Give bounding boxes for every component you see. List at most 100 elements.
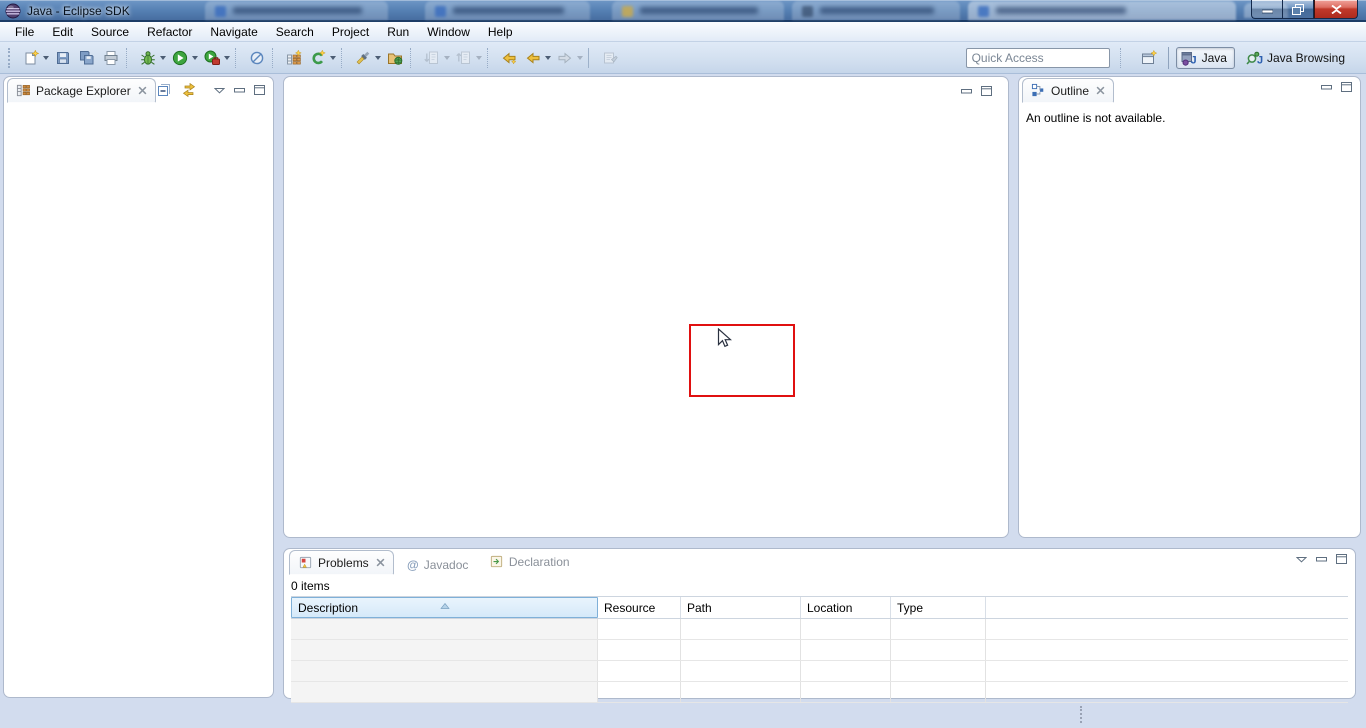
outline-tabstrip: Outline [1019, 77, 1360, 103]
run-external-tools-dropdown[interactable] [224, 56, 230, 63]
menu-search[interactable]: Search [267, 23, 323, 41]
menu-help[interactable]: Help [479, 23, 522, 41]
eclipse-window: Java - Eclipse SDK File Edit Source Refa… [0, 0, 1366, 728]
minimize-view-icon[interactable] [1316, 554, 1327, 564]
tab-problems[interactable]: Problems [289, 550, 394, 575]
run-dropdown[interactable] [192, 56, 198, 63]
minimize-view-icon[interactable] [961, 86, 972, 96]
perspective-java-button[interactable]: J Java [1176, 47, 1235, 69]
java-browsing-perspective-icon: J [1246, 50, 1263, 66]
view-menu-icon[interactable] [1296, 556, 1307, 563]
open-perspective-icon[interactable] [1137, 46, 1161, 70]
window-titlebar[interactable]: Java - Eclipse SDK [0, 0, 1366, 22]
column-header-resource[interactable]: Resource [598, 597, 681, 618]
favicon-blur [802, 6, 813, 17]
debug-dropdown[interactable] [160, 56, 166, 63]
mouse-cursor [717, 328, 732, 355]
forward-icon[interactable] [553, 46, 577, 70]
window-minimize-button[interactable] [1251, 0, 1282, 19]
back-dropdown[interactable] [545, 56, 551, 63]
svg-text:J: J [1257, 54, 1263, 66]
minimize-view-icon[interactable] [1321, 82, 1332, 92]
column-header-filler [986, 597, 1348, 618]
toolbar-separator [588, 48, 595, 68]
toolbar-separator [487, 48, 494, 68]
previous-annotation-icon[interactable] [452, 46, 476, 70]
new-wizard-icon[interactable] [19, 46, 43, 70]
window-restore-button[interactable] [1282, 0, 1314, 19]
status-bar-drag-grip[interactable] [1080, 706, 1085, 723]
tab-close-icon[interactable] [1096, 86, 1105, 95]
window-close-button[interactable] [1314, 0, 1358, 19]
new-java-project-icon[interactable] [282, 46, 306, 70]
new-java-class-icon[interactable] [306, 46, 330, 70]
debug-icon[interactable] [136, 46, 160, 70]
tab-close-icon[interactable] [138, 86, 147, 95]
quick-access-input[interactable] [966, 48, 1110, 68]
menu-file[interactable]: File [6, 23, 43, 41]
menu-run[interactable]: Run [378, 23, 418, 41]
tab-close-icon[interactable] [376, 558, 385, 567]
maximize-view-icon[interactable] [1341, 82, 1352, 92]
package-explorer-icon [16, 83, 31, 98]
menu-source[interactable]: Source [82, 23, 138, 41]
back-icon[interactable] [521, 46, 545, 70]
minimize-view-icon[interactable] [234, 85, 245, 95]
next-annotation-icon[interactable] [420, 46, 444, 70]
save-all-icon[interactable] [75, 46, 99, 70]
new-java-class-dropdown[interactable] [330, 56, 336, 63]
tab-package-explorer[interactable]: Package Explorer [7, 78, 156, 103]
toolbar-separator [235, 48, 242, 68]
save-icon[interactable] [51, 46, 75, 70]
run-icon[interactable] [168, 46, 192, 70]
tab-javadoc[interactable]: @ Javadoc [399, 553, 476, 578]
view-menu-icon[interactable] [214, 87, 225, 94]
tab-outline[interactable]: Outline [1022, 78, 1114, 103]
skip-breakpoints-icon[interactable] [245, 46, 269, 70]
perspective-java-browsing-button[interactable]: J Java Browsing [1242, 48, 1352, 68]
perspective-java-browsing-label: Java Browsing [1267, 51, 1345, 65]
next-annotation-dropdown[interactable] [444, 56, 450, 63]
tab-declaration[interactable]: Declaration [481, 549, 578, 574]
print-icon[interactable] [99, 46, 123, 70]
outline-message: An outline is not available. [1019, 103, 1360, 133]
menu-navigate[interactable]: Navigate [201, 23, 266, 41]
problems-table-header: Description Resource Path Location Type [291, 596, 1348, 619]
toolbar-separator [126, 48, 133, 68]
pin-editor-icon[interactable] [598, 46, 622, 70]
menu-edit[interactable]: Edit [43, 23, 82, 41]
maximize-view-icon[interactable] [1336, 554, 1347, 564]
problems-items-count: 0 items [284, 575, 1355, 596]
favicon-blur [622, 6, 633, 17]
collapse-all-icon[interactable] [156, 82, 172, 98]
background-browser-tab [968, 1, 1236, 20]
link-with-editor-icon[interactable] [181, 82, 197, 98]
menu-refactor[interactable]: Refactor [138, 23, 201, 41]
background-browser-tab [425, 1, 590, 20]
package-explorer-tree[interactable] [4, 103, 273, 693]
problems-table-body[interactable] [291, 619, 1348, 703]
toolbar-drag-grip[interactable] [8, 48, 14, 68]
maximize-view-icon[interactable] [254, 85, 265, 95]
table-row [291, 619, 1348, 640]
new-wizard-dropdown[interactable] [43, 56, 49, 63]
previous-annotation-dropdown[interactable] [476, 56, 482, 63]
search-dropdown[interactable] [375, 56, 381, 63]
column-header-location[interactable]: Location [801, 597, 891, 618]
open-task-icon[interactable] [383, 46, 407, 70]
menu-project[interactable]: Project [323, 23, 378, 41]
maximize-view-icon[interactable] [981, 86, 992, 96]
toolbar-separator [341, 48, 348, 68]
window-title: Java - Eclipse SDK [27, 4, 130, 18]
column-header-path[interactable]: Path [681, 597, 801, 618]
run-external-tools-icon[interactable] [200, 46, 224, 70]
tab-outline-label: Outline [1051, 84, 1089, 98]
menu-window[interactable]: Window [418, 23, 479, 41]
toolbar-separator [1120, 48, 1127, 68]
search-icon[interactable] [351, 46, 375, 70]
column-header-description[interactable]: Description [291, 597, 598, 618]
forward-dropdown[interactable] [577, 56, 583, 63]
column-header-type[interactable]: Type [891, 597, 986, 618]
declaration-icon [489, 554, 504, 569]
last-edit-location-icon[interactable] [497, 46, 521, 70]
